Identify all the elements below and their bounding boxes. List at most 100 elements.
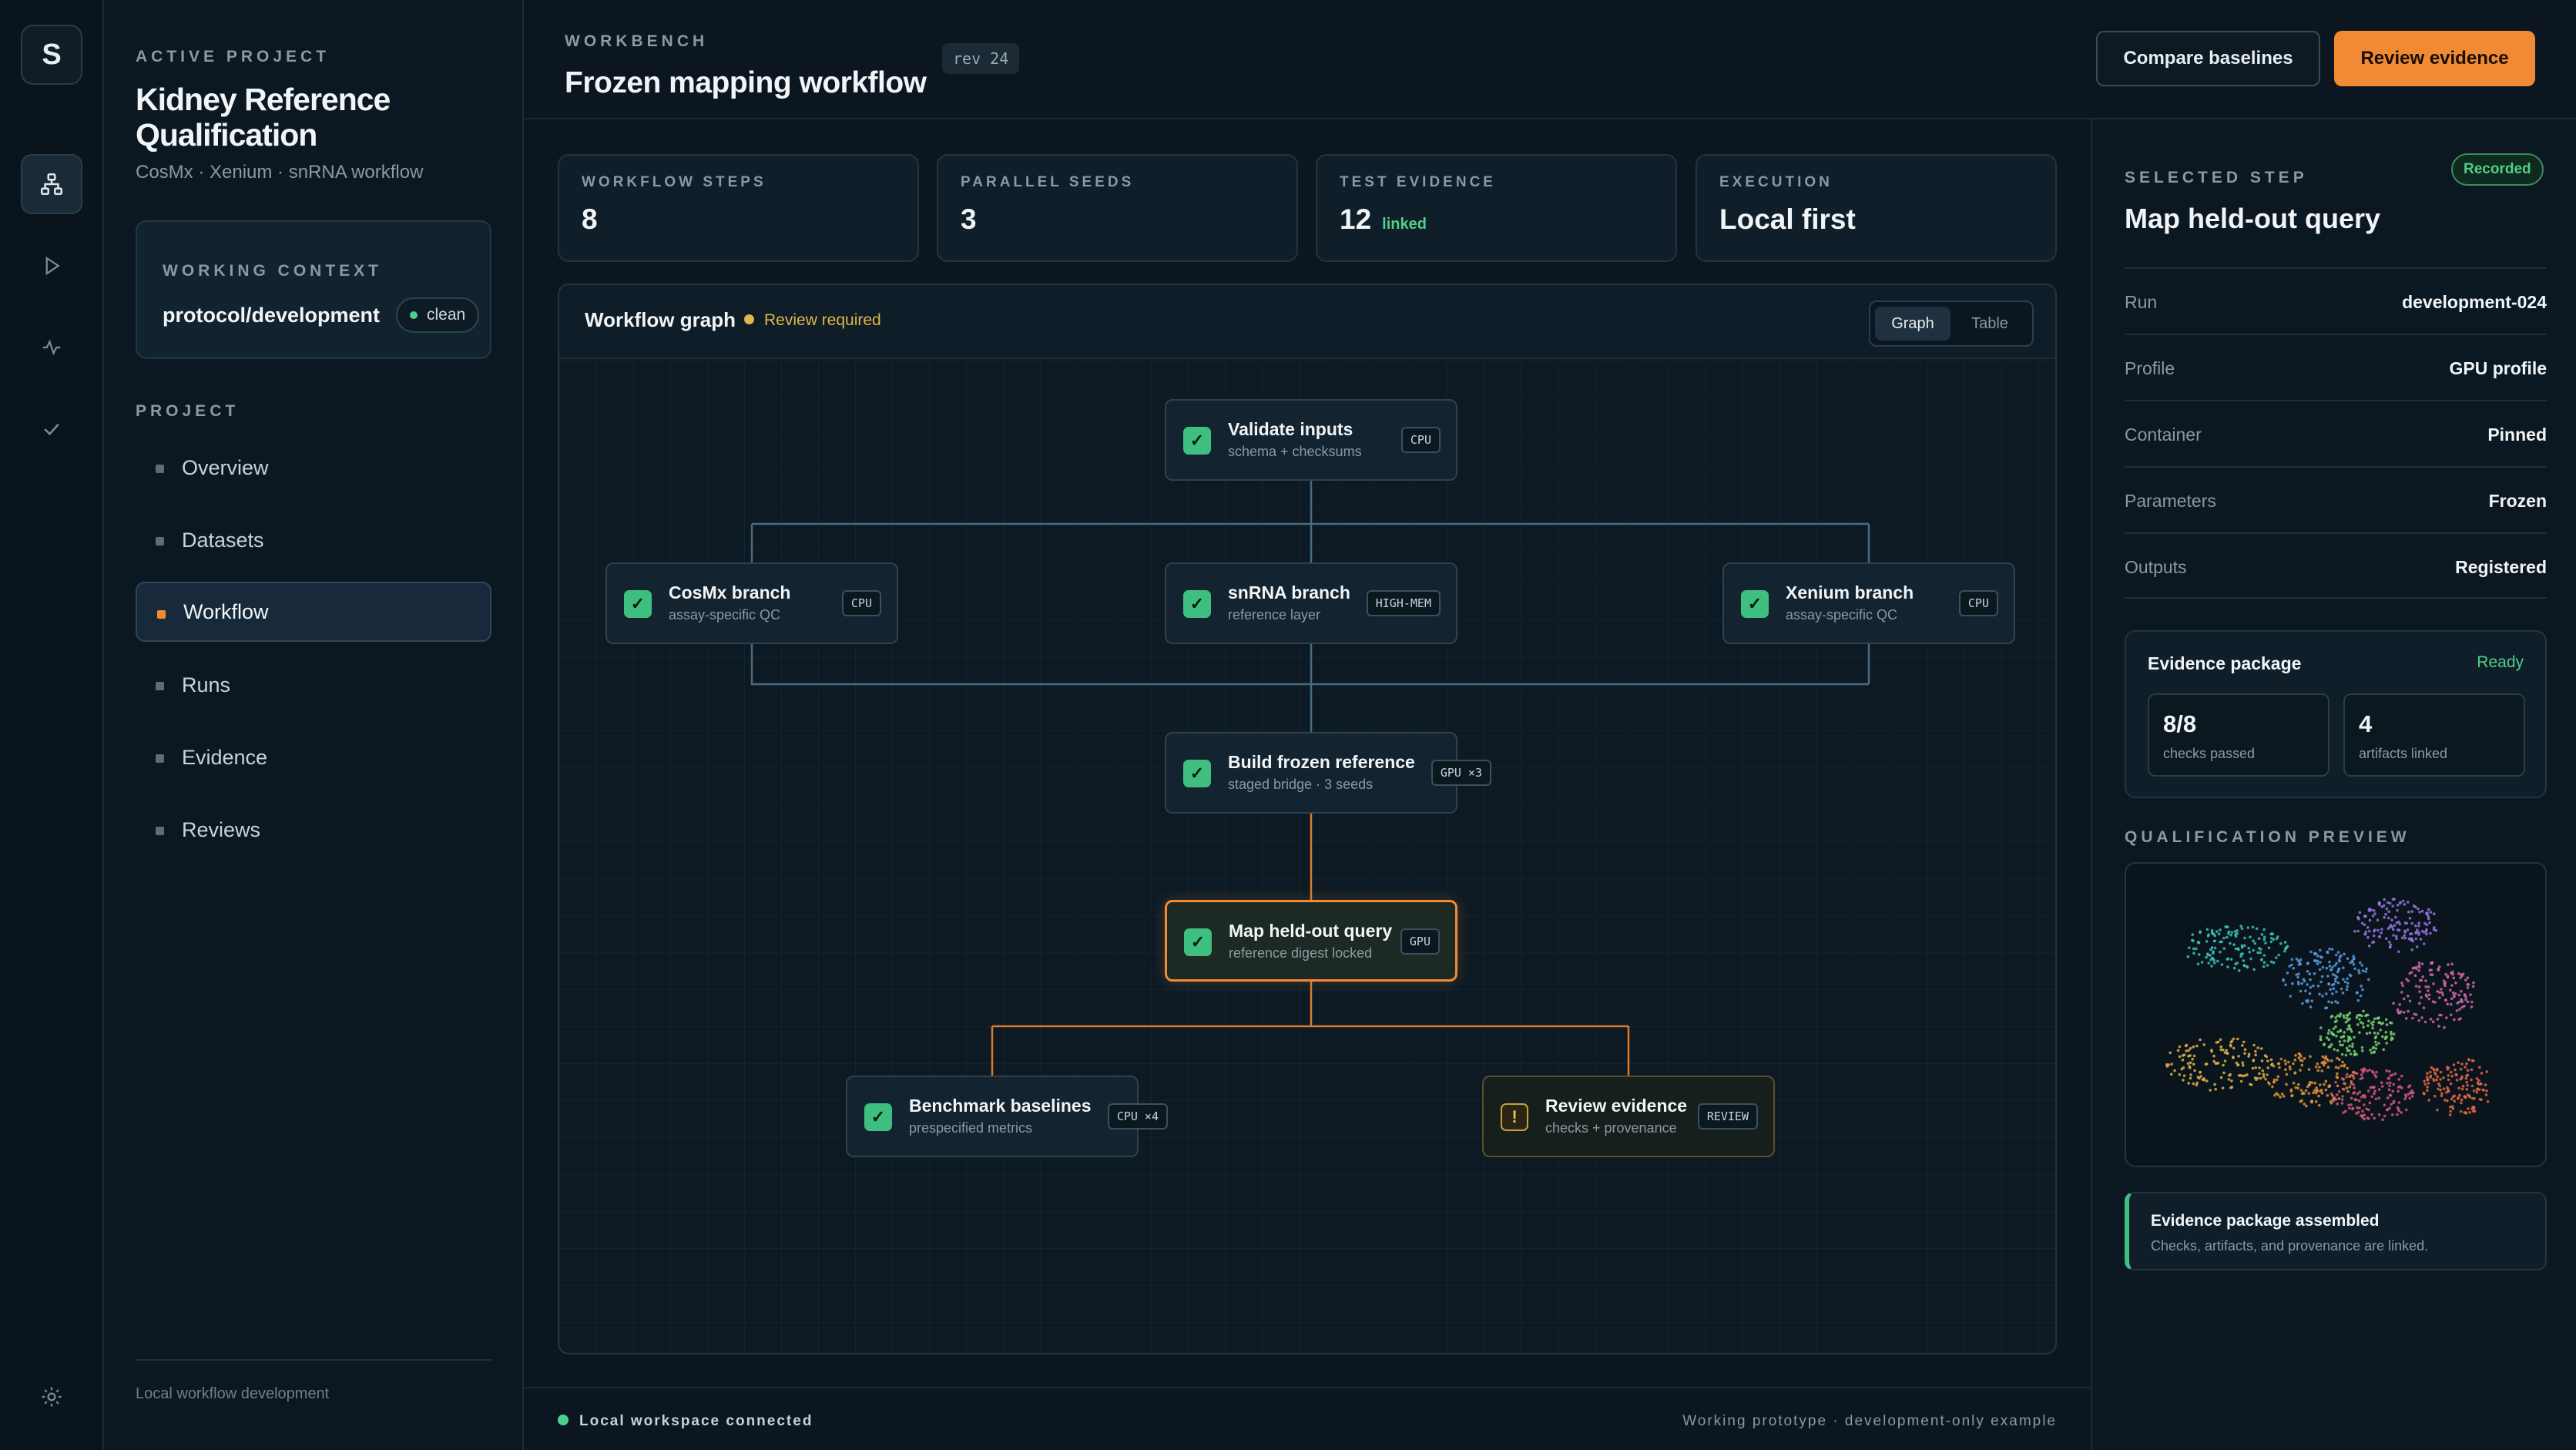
node-benchmark-baselines[interactable]: ✓ Benchmark baselines prespecified metri… bbox=[846, 1076, 1168, 1157]
scatter-point bbox=[2336, 1049, 2340, 1052]
scatter-point bbox=[2373, 1031, 2376, 1035]
scatter-point bbox=[2392, 1032, 2396, 1035]
scatter-point bbox=[2236, 929, 2239, 932]
node-snrna-branch[interactable]: ✓ snRNA branch reference layer HIGH-MEM bbox=[1165, 562, 1457, 644]
scatter-point bbox=[2243, 944, 2246, 947]
scatter-point bbox=[2332, 1099, 2335, 1103]
scatter-point bbox=[2427, 989, 2430, 992]
scatter-point bbox=[2371, 1026, 2374, 1030]
scatter-point bbox=[2424, 993, 2428, 997]
scatter-point bbox=[2178, 1045, 2182, 1049]
tab-table[interactable]: Table bbox=[1952, 307, 2028, 341]
scatter-point bbox=[2447, 1066, 2450, 1069]
scatter-point bbox=[2384, 1031, 2388, 1034]
scatter-point bbox=[2170, 1072, 2173, 1076]
check-icon[interactable] bbox=[21, 399, 82, 459]
scatter-point bbox=[2429, 1017, 2433, 1021]
scatter-point bbox=[2466, 1000, 2470, 1004]
scatter-point bbox=[2297, 972, 2300, 975]
sidebar-item-datasets[interactable]: Datasets bbox=[136, 510, 491, 570]
scatter-point bbox=[2470, 1000, 2474, 1004]
scatter-point bbox=[2262, 954, 2266, 957]
scatter-point bbox=[2260, 1059, 2264, 1062]
graph-edges bbox=[750, 480, 1870, 1076]
node-review-evidence[interactable]: ! Review evidence checks + provenance RE… bbox=[1482, 1076, 1775, 1157]
scatter-point bbox=[2464, 1066, 2467, 1069]
sidebar-item-overview[interactable]: Overview bbox=[136, 438, 491, 498]
scatter-point bbox=[2303, 1103, 2306, 1106]
node-build-frozen-reference[interactable]: ✓ Build frozen reference staged bridge ·… bbox=[1165, 732, 1491, 814]
scatter-point bbox=[2189, 1046, 2192, 1050]
scatter-point bbox=[2229, 1072, 2232, 1076]
scatter-point bbox=[2448, 988, 2452, 992]
scatter-point bbox=[2262, 965, 2266, 968]
scatter-point bbox=[2454, 1072, 2457, 1076]
play-icon[interactable] bbox=[21, 236, 82, 296]
scatter-point bbox=[2306, 983, 2309, 986]
working-context-card[interactable]: WORKING CONTEXT protocol/development cle… bbox=[136, 220, 491, 359]
scatter-point bbox=[2460, 1098, 2464, 1102]
scatter-point bbox=[2350, 1096, 2353, 1100]
activity-icon[interactable] bbox=[21, 317, 82, 378]
scatter-point bbox=[2326, 1032, 2330, 1035]
scatter-point bbox=[2395, 937, 2398, 941]
scatter-point bbox=[2293, 1058, 2297, 1062]
scatter-point bbox=[2361, 1094, 2365, 1097]
scatter-point bbox=[2306, 962, 2309, 965]
node-validate-inputs[interactable]: ✓ Validate inputs schema + checksums CPU bbox=[1165, 399, 1457, 481]
row-key: Container bbox=[2125, 425, 2202, 445]
node-map-held-out-query[interactable]: ✓ Map held-out query reference digest lo… bbox=[1165, 900, 1457, 982]
tab-graph[interactable]: Graph bbox=[1875, 307, 1950, 341]
scatter-point bbox=[2329, 1031, 2333, 1034]
scatter-point bbox=[2353, 1086, 2356, 1089]
scatter-point bbox=[2358, 1106, 2361, 1109]
scatter-point bbox=[2425, 923, 2429, 927]
scatter-point bbox=[2168, 1051, 2172, 1055]
scatter-point bbox=[2337, 1066, 2340, 1069]
scatter-point bbox=[2464, 998, 2467, 1002]
header: WORKBENCH Frozen mapping workflow rev 24… bbox=[524, 0, 2576, 119]
scatter-point bbox=[2460, 1101, 2463, 1105]
app-logo[interactable]: S bbox=[21, 25, 82, 85]
workflow-icon[interactable] bbox=[21, 154, 82, 214]
scatter-point bbox=[2319, 1038, 2323, 1042]
toast-title: Evidence package assembled bbox=[2151, 1212, 2380, 1230]
scatter-point bbox=[2401, 899, 2405, 903]
active-project-label: ACTIVE PROJECT bbox=[136, 48, 330, 65]
scatter-point bbox=[2420, 909, 2424, 913]
scatter-point bbox=[2227, 1078, 2231, 1081]
scatter-point bbox=[2436, 1108, 2439, 1112]
node-cosmx-branch[interactable]: ✓ CosMx branch assay-specific QC CPU bbox=[605, 562, 898, 644]
sidebar-item-reviews[interactable]: Reviews bbox=[136, 800, 491, 860]
scatter-point bbox=[2427, 1099, 2430, 1102]
sidebar-item-evidence[interactable]: Evidence bbox=[136, 727, 491, 787]
scatter-point bbox=[2254, 1066, 2258, 1069]
scatter-point bbox=[2266, 1073, 2269, 1076]
node-xenium-branch[interactable]: ✓ Xenium branch assay-specific QC CPU bbox=[1722, 562, 2015, 644]
review-evidence-button[interactable]: Review evidence bbox=[2334, 31, 2535, 86]
scatter-point bbox=[2412, 904, 2416, 908]
scatter-point bbox=[2313, 1082, 2316, 1085]
scatter-point bbox=[2282, 979, 2285, 982]
project-nav-label: PROJECT bbox=[136, 402, 240, 420]
scatter-point bbox=[2334, 1000, 2337, 1003]
scatter-point bbox=[2385, 1069, 2388, 1072]
compare-baselines-button[interactable]: Compare baselines bbox=[2096, 31, 2320, 86]
sidebar-item-runs[interactable]: Runs bbox=[136, 655, 491, 715]
node-title: Review evidence bbox=[1545, 1096, 1688, 1116]
scatter-point bbox=[2439, 1088, 2442, 1092]
scatter-point bbox=[2479, 1082, 2482, 1086]
scatter-point bbox=[2433, 1071, 2437, 1075]
settings-icon[interactable] bbox=[21, 1367, 82, 1427]
scatter-point bbox=[2432, 1078, 2435, 1081]
scatter-point bbox=[2340, 987, 2343, 991]
scatter-point bbox=[2325, 966, 2328, 970]
scatter-point bbox=[2329, 1092, 2333, 1096]
sidebar-item-workflow[interactable]: Workflow bbox=[136, 582, 491, 642]
scatter-point bbox=[2346, 1089, 2350, 1093]
scatter-point bbox=[2303, 1057, 2306, 1060]
scatter-point bbox=[2263, 1054, 2267, 1057]
scatter-point bbox=[2266, 1066, 2269, 1069]
scatter-point bbox=[2258, 1072, 2261, 1076]
scatter-point bbox=[2262, 938, 2266, 941]
